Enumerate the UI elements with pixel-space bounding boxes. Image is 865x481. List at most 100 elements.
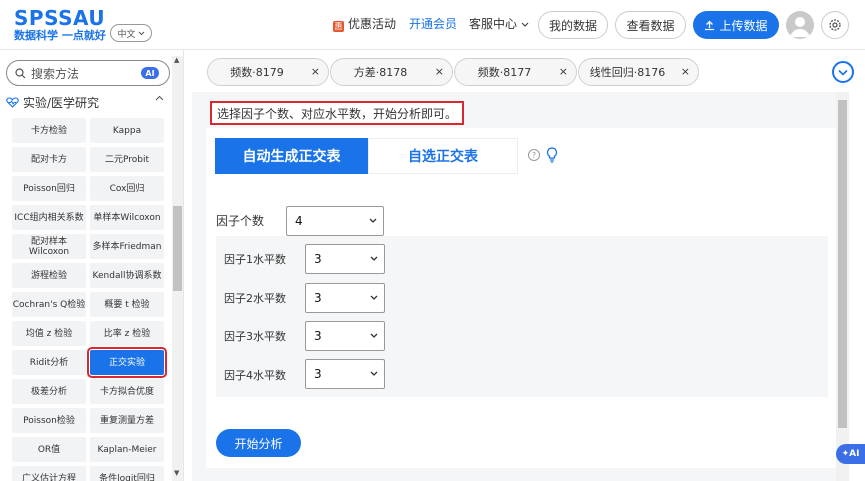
chevron-down-icon [370, 333, 378, 338]
search-placeholder: 搜索方法 [31, 66, 80, 81]
method-button[interactable]: Kaplan-Meier [90, 437, 164, 462]
lightbulb-icon[interactable] [546, 147, 558, 163]
method-button[interactable]: 比率 z 检验 [90, 321, 164, 346]
method-button[interactable]: Kendall协调系数 [90, 263, 164, 288]
close-icon[interactable]: × [435, 65, 444, 78]
factor-level-label: 因子3水平数 [224, 330, 286, 343]
sidebar-scroll-thumb[interactable] [173, 206, 182, 291]
nav-vip[interactable]: 开通会员 [409, 15, 457, 32]
help-icon[interactable]: ? [528, 149, 540, 161]
factor-level-select[interactable]: 3 [305, 283, 385, 313]
method-button[interactable]: Cochran's Q检验 [12, 292, 86, 317]
tab-custom-table[interactable]: 自选正交表 [368, 138, 518, 174]
gear-icon [829, 19, 841, 31]
nav-service-label: 客服中心 [469, 17, 518, 31]
factor-count-value: 4 [295, 214, 303, 228]
method-button[interactable]: 卡方检验 [12, 118, 86, 143]
result-tab[interactable]: 线性回归·8176 × [578, 58, 699, 86]
tab-auto-generate[interactable]: 自动生成正交表 [215, 138, 368, 174]
chevron-down-icon [138, 31, 144, 35]
search-icon [15, 67, 26, 78]
method-button[interactable]: 游程检验 [12, 263, 86, 288]
method-search-input[interactable]: 搜索方法 AI [6, 60, 170, 86]
upload-data-button[interactable]: 上传数据 [693, 11, 779, 39]
method-button[interactable]: OR值 [12, 437, 86, 462]
close-icon[interactable]: × [559, 65, 568, 78]
result-tab[interactable]: 频数·8177 × [454, 58, 577, 86]
instruction-hint: 选择因子个数、对应水平数，开始分析即可。 [210, 101, 465, 125]
result-tabs: 频数·8179 × 方差·8178 × 频数·8177 × 线性回归·8176 … [192, 58, 865, 92]
nav-service[interactable]: 客服中心 [469, 15, 529, 32]
tab-label: 线性回归·8176 [589, 66, 666, 79]
result-tab[interactable]: 方差·8178 × [330, 58, 453, 86]
start-analysis-button[interactable]: 开始分析 [216, 429, 301, 457]
chevron-down-icon [521, 22, 529, 27]
close-icon[interactable]: × [681, 65, 690, 78]
brand-slogan: 数据科学 一点就好 [14, 29, 106, 42]
method-button[interactable]: 重复测量方差 [90, 408, 164, 433]
method-button[interactable]: 均值 z 检验 [12, 321, 86, 346]
ai-badge[interactable]: AI [141, 67, 159, 79]
factor-level-value: 3 [314, 329, 322, 343]
nav-promo-label: 优惠活动 [348, 17, 397, 31]
chevron-down-icon [370, 371, 378, 376]
nav-promo[interactable]: 惠优惠活动 [333, 15, 396, 32]
user-icon [790, 17, 810, 37]
section-label: 实验/医学研究 [23, 95, 100, 110]
method-sidebar: 搜索方法 AI 实验/医学研究 卡方检验 Kappa 配对卡方 二元Probit Poi… [0, 50, 184, 481]
factor-level-value: 3 [314, 252, 322, 266]
factor-level-value: 3 [314, 291, 322, 305]
method-button[interactable]: 条件logit回归 [90, 466, 164, 481]
chevron-down-icon [370, 295, 378, 300]
ai-assistant-button[interactable]: ✦AI [836, 444, 865, 464]
method-button[interactable]: Poisson回归 [12, 176, 86, 201]
method-button[interactable]: 单样本Wilcoxon [90, 205, 164, 230]
method-button-active[interactable]: 正交实验 [87, 347, 167, 378]
method-button[interactable]: 多样本Friedman [90, 234, 164, 259]
avatar[interactable] [786, 11, 814, 39]
factor-level-select[interactable]: 3 [305, 321, 385, 351]
ai-assistant-label: ✦AI [841, 449, 860, 459]
settings-button[interactable] [821, 11, 849, 39]
method-button[interactable]: Ridit分析 [12, 350, 86, 375]
chevron-down-icon [369, 218, 377, 223]
method-button[interactable]: Poisson检验 [12, 408, 86, 433]
factor-level-label: 因子1水平数 [224, 253, 286, 266]
view-data-button[interactable]: 查看数据 [615, 11, 686, 39]
method-button[interactable]: 卡方拟合优度 [90, 379, 164, 404]
sidebar-scrollbar[interactable]: ▲ ▼ [172, 56, 183, 481]
method-button[interactable]: 二元Probit [90, 147, 164, 172]
method-button[interactable]: 极差分析 [12, 379, 86, 404]
content-scrollbar[interactable] [836, 92, 849, 481]
factor-level-select[interactable]: 3 [305, 244, 385, 274]
method-button[interactable]: Kappa [90, 118, 164, 143]
method-button[interactable]: 配对卡方 [12, 147, 86, 172]
method-button[interactable]: Cox回归 [90, 176, 164, 201]
language-switch[interactable]: 中文 [110, 24, 152, 42]
chevron-up-icon [155, 95, 164, 101]
method-button[interactable]: 概要 t 检验 [90, 292, 164, 317]
scroll-down-arrow[interactable]: ▼ [174, 470, 181, 477]
tabs-expand-button[interactable] [832, 61, 854, 83]
scroll-up-arrow[interactable]: ▲ [174, 57, 181, 64]
method-button[interactable]: 广义估计方程 [12, 466, 86, 481]
factor-count-label: 因子个数 [216, 214, 265, 228]
method-button[interactable]: 配对样本Wilcoxon [12, 234, 86, 259]
brand-name: SPSSAU [14, 6, 106, 30]
promo-icon: 惠 [333, 21, 344, 32]
close-icon[interactable]: × [311, 65, 320, 78]
content-scroll-thumb[interactable] [838, 100, 847, 428]
method-button[interactable]: ICC组内相关系数 [12, 205, 86, 230]
chevron-down-icon [370, 256, 378, 261]
language-label: 中文 [117, 29, 136, 40]
tab-label: 频数·8177 [477, 66, 532, 79]
factor-count-select[interactable]: 4 [286, 206, 384, 236]
section-experiment-medical[interactable]: 实验/医学研究 [6, 93, 170, 111]
result-tab[interactable]: 频数·8179 × [207, 58, 329, 86]
chevron-down-icon [838, 69, 848, 76]
logo[interactable]: SPSSAU 数据科学 一点就好 [14, 7, 106, 43]
factor-level-label: 因子2水平数 [224, 292, 286, 305]
my-data-button[interactable]: 我的数据 [538, 11, 608, 39]
factor-level-select[interactable]: 3 [305, 359, 385, 389]
factor-level-value: 3 [314, 367, 322, 381]
